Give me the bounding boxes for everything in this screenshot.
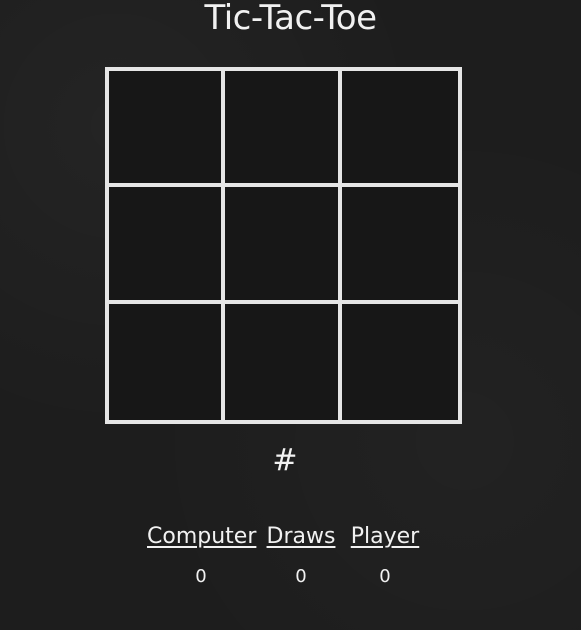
page-title: Tic-Tac-Toe (204, 0, 377, 38)
board-cell-2[interactable] (225, 71, 342, 188)
draws-score-value: 0 (295, 566, 307, 587)
board-cell-3[interactable] (341, 71, 458, 188)
board-cell-9[interactable] (341, 303, 458, 420)
board-cell-8[interactable] (225, 303, 342, 420)
player-score-value: 0 (379, 566, 391, 587)
computer-score-value: 0 (195, 566, 207, 587)
turn-indicator: # (272, 443, 298, 478)
player-score-label: Player (350, 524, 420, 549)
player-score: Player 0 (350, 524, 420, 587)
scoreboard: Computer 0 Draws 0 Player 0 (145, 524, 435, 594)
board-cell-4[interactable] (109, 187, 226, 304)
game-board (105, 67, 462, 424)
board-cell-7[interactable] (109, 303, 226, 420)
board-cell-1[interactable] (109, 71, 226, 188)
board-cell-5[interactable] (225, 187, 342, 304)
computer-score: Computer 0 (147, 524, 257, 587)
tic-tac-toe-app: Tic-Tac-Toe # Computer 0 Draws 0 Player … (0, 0, 581, 630)
board-cell-6[interactable] (341, 187, 458, 304)
draws-score: Draws 0 (265, 524, 337, 587)
computer-score-label: Computer (147, 524, 257, 549)
draws-score-label: Draws (266, 524, 336, 549)
